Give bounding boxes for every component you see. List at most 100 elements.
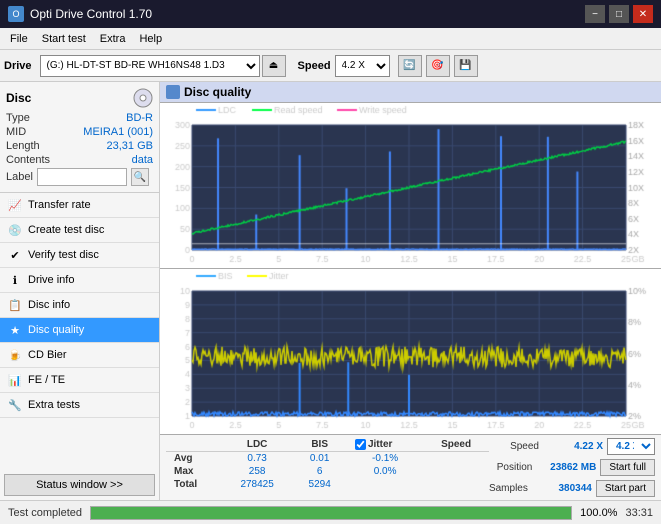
verify-test-disc-icon: ✔ (8, 248, 22, 262)
disc-icon (133, 88, 153, 108)
disc-mid-label: MID (6, 126, 26, 138)
cd-bier-icon: 🍺 (8, 348, 22, 362)
samples-label: Samples (489, 483, 528, 494)
disc-panel: Disc Type BD-R MID MEIRA1 (001) Length 2… (0, 82, 159, 193)
stats-header-empty (166, 438, 222, 452)
progress-fill (91, 507, 571, 519)
drive-select[interactable]: (G:) HL-DT-ST BD-RE WH16NS48 1.D3 (40, 55, 260, 77)
speed-select[interactable]: 4.2 X (335, 55, 390, 77)
disc-length-label: Length (6, 140, 40, 152)
toolbar-btn-3[interactable]: 💾 (454, 55, 478, 77)
disc-quality-icon: ★ (8, 323, 22, 337)
maximize-button[interactable]: □ (609, 5, 629, 23)
stats-row-total: Total 278425 5294 (166, 478, 489, 491)
toolbar-btn-1[interactable]: 🔄 (398, 55, 422, 77)
disc-info-icon: 📋 (8, 298, 22, 312)
speed-right-value: 4.22 X (543, 441, 603, 452)
close-button[interactable]: ✕ (633, 5, 653, 23)
fe-te-icon: 📊 (8, 373, 22, 387)
sidebar-item-fe-te[interactable]: 📊 FE / TE (0, 368, 159, 393)
status-window-button[interactable]: Status window >> (4, 474, 155, 496)
stats-right-panel: Speed 4.22 X 4.2 X Position 23862 MB Sta… (489, 438, 655, 497)
extra-tests-icon: 🔧 (8, 398, 22, 412)
chart-title: Disc quality (184, 85, 251, 99)
drive-toolbar: Drive (G:) HL-DT-ST BD-RE WH16NS48 1.D3 … (0, 50, 661, 82)
disc-mid-value: MEIRA1 (001) (83, 126, 153, 138)
disc-label-btn[interactable]: 🔍 (131, 168, 149, 186)
jitter-label: Jitter (368, 439, 392, 450)
sidebar-item-create-test-disc[interactable]: 💿 Create test disc (0, 218, 159, 243)
menu-extra[interactable]: Extra (94, 31, 132, 47)
sidebar-item-transfer-rate[interactable]: 📈 Transfer rate (0, 193, 159, 218)
speed-right-label: Speed (510, 441, 539, 452)
jitter-checkbox[interactable] (355, 439, 366, 450)
status-text: Test completed (8, 507, 82, 519)
stats-header-ldc: LDC (222, 438, 292, 452)
progress-percent: 100.0% (580, 507, 617, 519)
verify-test-disc-label: Verify test disc (28, 249, 99, 261)
title-bar: O Opti Drive Control 1.70 − □ ✕ (0, 0, 661, 28)
disc-quality-label: Disc quality (28, 324, 84, 336)
speed-right-select[interactable]: 4.2 X (607, 438, 655, 455)
position-label: Position (497, 462, 533, 473)
chart2-canvas (160, 269, 661, 434)
status-bar: Test completed 100.0% 33:31 (0, 500, 661, 524)
start-part-button[interactable]: Start part (596, 480, 655, 497)
disc-info-label: Disc info (28, 299, 70, 311)
toolbar-btn-2[interactable]: 🎯 (426, 55, 450, 77)
drive-info-icon: ℹ (8, 273, 22, 287)
disc-title: Disc (6, 91, 31, 105)
speed-label: Speed (298, 60, 331, 72)
drive-info-label: Drive info (28, 274, 74, 286)
disc-type-value: BD-R (126, 112, 153, 124)
cd-bier-label: CD Bier (28, 349, 67, 361)
disc-contents-value: data (132, 154, 153, 166)
sidebar-item-disc-quality[interactable]: ★ Disc quality (0, 318, 159, 343)
status-time: 33:31 (625, 507, 653, 519)
eject-button[interactable]: ⏏ (262, 55, 286, 77)
drive-label: Drive (4, 60, 32, 72)
chart-area: Disc quality LDC BIS (160, 82, 661, 500)
disc-label-label: Label (6, 171, 33, 183)
sidebar-item-disc-info[interactable]: 📋 Disc info (0, 293, 159, 318)
stats-area: LDC BIS Jitter Speed Avg (160, 434, 661, 500)
stats-row-avg: Avg 0.73 0.01 -0.1% (166, 452, 489, 466)
sidebar: Disc Type BD-R MID MEIRA1 (001) Length 2… (0, 82, 160, 500)
disc-label-input[interactable] (37, 168, 127, 186)
chart-header: Disc quality (160, 82, 661, 103)
chart-header-icon (166, 85, 180, 99)
disc-length-value: 23,31 GB (107, 140, 153, 152)
menu-start-test[interactable]: Start test (36, 31, 92, 47)
menu-help[interactable]: Help (133, 31, 168, 47)
sidebar-item-drive-info[interactable]: ℹ Drive info (0, 268, 159, 293)
sidebar-nav: 📈 Transfer rate 💿 Create test disc ✔ Ver… (0, 193, 159, 470)
chart1 (160, 103, 661, 269)
fe-te-label: FE / TE (28, 374, 65, 386)
disc-type-label: Type (6, 112, 30, 124)
progress-bar (90, 506, 572, 520)
create-test-disc-icon: 💿 (8, 223, 22, 237)
position-value: 23862 MB (536, 462, 596, 473)
transfer-rate-label: Transfer rate (28, 199, 91, 211)
sidebar-item-extra-tests[interactable]: 🔧 Extra tests (0, 393, 159, 418)
chart2 (160, 269, 661, 434)
disc-contents-label: Contents (6, 154, 50, 166)
app-icon: O (8, 6, 24, 22)
stats-row-max: Max 258 6 0.0% (166, 465, 489, 478)
stats-header-bis: BIS (292, 438, 347, 452)
sidebar-item-verify-test-disc[interactable]: ✔ Verify test disc (0, 243, 159, 268)
stats-header-jitter-check: Jitter (347, 438, 423, 452)
title-bar-text: Opti Drive Control 1.70 (30, 7, 152, 21)
menu-bar: File Start test Extra Help (0, 28, 661, 50)
samples-value: 380344 (532, 483, 592, 494)
stats-table: LDC BIS Jitter Speed Avg (166, 438, 489, 491)
create-test-disc-label: Create test disc (28, 224, 104, 236)
menu-file[interactable]: File (4, 31, 34, 47)
stats-header-speed: Speed (423, 438, 489, 452)
minimize-button[interactable]: − (585, 5, 605, 23)
sidebar-item-cd-bier[interactable]: 🍺 CD Bier (0, 343, 159, 368)
start-full-button[interactable]: Start full (600, 459, 655, 476)
chart1-canvas (160, 103, 661, 268)
transfer-rate-icon: 📈 (8, 198, 22, 212)
extra-tests-label: Extra tests (28, 399, 80, 411)
